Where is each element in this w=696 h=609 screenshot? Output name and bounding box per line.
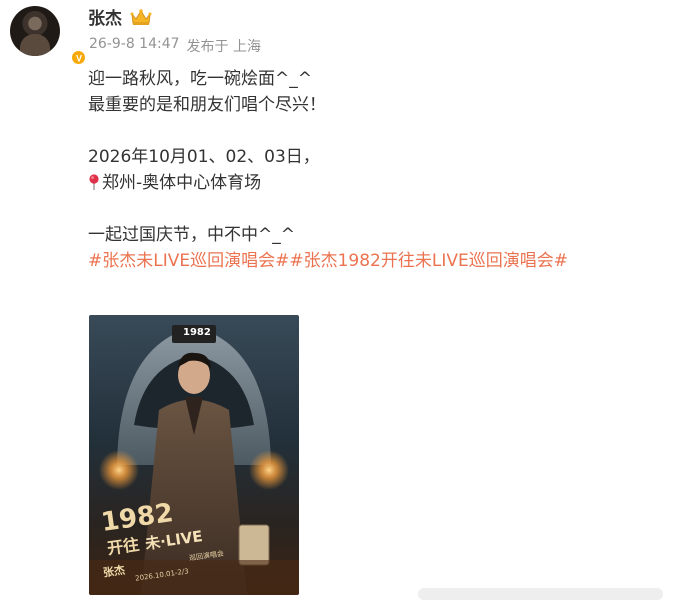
weibo-post: V 张杰 26-9-8 14:47 发布于 上海 迎一路秋风，吃一碗烩面^_^ … [0, 0, 696, 609]
topic-tag-2[interactable]: #张杰1982开往未LIVE巡回演唱会# [289, 251, 568, 271]
author-name[interactable]: 张杰 [88, 4, 122, 29]
headlight-right [249, 450, 289, 490]
topic-tag-1[interactable]: #张杰未LIVE巡回演唱会# [88, 251, 289, 271]
content-location-text: 郑州-奥体中心体育场 [102, 173, 262, 193]
avatar[interactable]: V [10, 6, 87, 66]
content-location-line: 郑州-奥体中心体育场 [88, 170, 678, 196]
content-line-1: 迎一路秋风，吃一碗烩面^_^ [88, 69, 312, 89]
poster-artist: 张杰 [102, 563, 126, 580]
suitcase [238, 524, 270, 566]
svg-text:V: V [75, 53, 81, 63]
post-meta: 26-9-8 14:47 发布于 上海 [89, 36, 261, 56]
content-line-4: 2026年10月01、02、03日， [88, 147, 320, 167]
poster-train-number: 1982 [183, 327, 211, 338]
verified-badge-icon: V [70, 49, 87, 66]
crown-icon [130, 8, 152, 25]
content-line-2: 最重要的是和朋友们唱个尽兴！ [88, 95, 326, 115]
content-blank-line [88, 118, 678, 144]
author-row: 张杰 [88, 4, 152, 29]
content-line-7: 一起过国庆节，中不中^_^ [88, 225, 295, 245]
post-content: 迎一路秋风，吃一碗烩面^_^ 最重要的是和朋友们唱个尽兴！ 2026年10月01… [88, 66, 678, 274]
headlight-left [99, 450, 139, 490]
location-pin-icon [89, 174, 99, 190]
avatar-image [10, 6, 60, 56]
poster-title-sub: 开往 [106, 534, 141, 559]
post-location: 发布于 上海 [186, 39, 261, 55]
post-time[interactable]: 26-9-8 14:47 [89, 36, 180, 56]
watermark-image [418, 588, 663, 600]
content-blank-line [88, 196, 678, 222]
topic-tags: #张杰未LIVE巡回演唱会##张杰1982开往未LIVE巡回演唱会# [88, 248, 678, 274]
post-image-poster[interactable]: 1982 1982 开往 未·LIVE 巡回演唱会 张杰 2026.10.01-… [89, 315, 299, 595]
